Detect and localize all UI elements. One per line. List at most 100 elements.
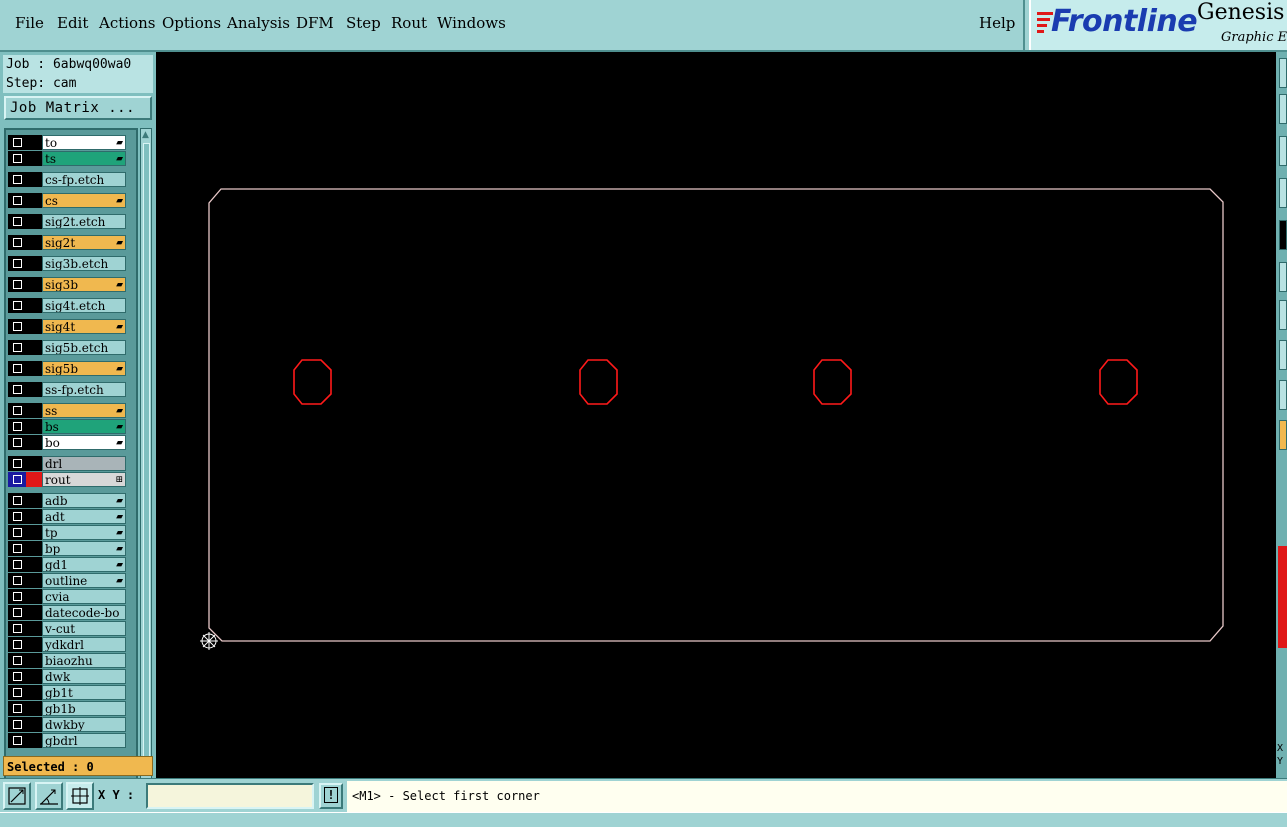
layer-checkbox[interactable] xyxy=(8,235,26,250)
layer-color-swatch[interactable] xyxy=(26,605,42,620)
layer-color-swatch[interactable] xyxy=(26,669,42,684)
xy-input[interactable] xyxy=(146,783,314,809)
layer-color-swatch[interactable] xyxy=(26,637,42,652)
layer-row-v-cut[interactable]: v-cut xyxy=(8,621,128,636)
layer-checkbox[interactable] xyxy=(8,214,26,229)
layer-name[interactable]: adb ▰ xyxy=(42,493,126,508)
layer-row-outline[interactable]: outline ▰ xyxy=(8,573,128,588)
layer-row-drl[interactable]: drl xyxy=(8,456,128,471)
layer-checkbox[interactable] xyxy=(8,653,26,668)
layer-name[interactable]: adt ▰ xyxy=(42,509,126,524)
layer-name[interactable]: gb1t xyxy=(42,685,126,700)
layer-checkbox[interactable] xyxy=(8,135,26,150)
layer-color-swatch[interactable] xyxy=(26,193,42,208)
layer-row-cs-fp.etch[interactable]: cs-fp.etch xyxy=(8,172,128,187)
layer-name[interactable]: outline ▰ xyxy=(42,573,126,588)
layer-name[interactable]: dwk xyxy=(42,669,126,684)
layer-name[interactable]: ydkdrl xyxy=(42,637,126,652)
layer-checkbox[interactable] xyxy=(8,435,26,450)
menu-edit[interactable]: Edit xyxy=(57,14,88,32)
layer-color-swatch[interactable] xyxy=(26,541,42,556)
snap-button[interactable] xyxy=(35,782,63,810)
layer-name[interactable]: datecode-bo xyxy=(42,605,126,620)
layer-row-bp[interactable]: bp ▰ xyxy=(8,541,128,556)
layer-row-ts[interactable]: ts ▰ xyxy=(8,151,128,166)
layer-name[interactable]: ss-fp.etch xyxy=(42,382,126,397)
layer-row-dwkby[interactable]: dwkby xyxy=(8,717,128,732)
layer-color-swatch[interactable] xyxy=(26,621,42,636)
layer-row-to[interactable]: to ▰ xyxy=(8,135,128,150)
layer-row-sig3b[interactable]: sig3b ▰ xyxy=(8,277,128,292)
graphic-canvas[interactable] xyxy=(156,52,1276,778)
layer-checkbox[interactable] xyxy=(8,361,26,376)
layer-name[interactable]: v-cut xyxy=(42,621,126,636)
layer-checkbox[interactable] xyxy=(8,733,26,748)
layer-name[interactable]: ts ▰ xyxy=(42,151,126,166)
layer-checkbox[interactable] xyxy=(8,256,26,271)
layer-row-tp[interactable]: tp ▰ xyxy=(8,525,128,540)
layer-row-cvia[interactable]: cvia xyxy=(8,589,128,604)
right-tool-button[interactable] xyxy=(1279,340,1287,370)
layer-checkbox[interactable] xyxy=(8,472,26,487)
layer-color-swatch[interactable] xyxy=(26,685,42,700)
layer-row-sig4t.etch[interactable]: sig4t.etch xyxy=(8,298,128,313)
layer-color-swatch[interactable] xyxy=(26,135,42,150)
layer-name[interactable]: to ▰ xyxy=(42,135,126,150)
layer-row-biaozhu[interactable]: biaozhu xyxy=(8,653,128,668)
layer-row-gd1[interactable]: gd1 ▰ xyxy=(8,557,128,572)
layer-checkbox[interactable] xyxy=(8,717,26,732)
layer-row-gb1t[interactable]: gb1t xyxy=(8,685,128,700)
layer-row-bs[interactable]: bs ▰ xyxy=(8,419,128,434)
layer-row-gbdrl[interactable]: gbdrl xyxy=(8,733,128,748)
layer-row-ss-fp.etch[interactable]: ss-fp.etch xyxy=(8,382,128,397)
right-tool-button[interactable] xyxy=(1279,94,1287,124)
layer-name[interactable]: sig2t ▰ xyxy=(42,235,126,250)
layer-color-swatch[interactable] xyxy=(26,340,42,355)
layer-row-adt[interactable]: adt ▰ xyxy=(8,509,128,524)
layer-row-sig2t.etch[interactable]: sig2t.etch xyxy=(8,214,128,229)
layer-row-dwk[interactable]: dwk xyxy=(8,669,128,684)
layer-checkbox[interactable] xyxy=(8,456,26,471)
menu-options[interactable]: Options xyxy=(162,14,221,32)
layer-name[interactable]: gb1b xyxy=(42,701,126,716)
layer-color-swatch[interactable] xyxy=(26,298,42,313)
layer-color-swatch[interactable] xyxy=(26,419,42,434)
layer-checkbox[interactable] xyxy=(8,403,26,418)
layer-checkbox[interactable] xyxy=(8,193,26,208)
layer-row-gb1b[interactable]: gb1b xyxy=(8,701,128,716)
layer-name[interactable]: drl xyxy=(42,456,126,471)
layer-name[interactable]: sig3b ▰ xyxy=(42,277,126,292)
command-button[interactable]: ! xyxy=(319,783,343,809)
layer-color-swatch[interactable] xyxy=(26,361,42,376)
layer-color-swatch[interactable] xyxy=(26,472,42,487)
right-tool-button[interactable] xyxy=(1279,380,1287,410)
layer-checkbox[interactable] xyxy=(8,493,26,508)
layer-name[interactable]: cvia xyxy=(42,589,126,604)
layer-row-sig4t[interactable]: sig4t ▰ xyxy=(8,319,128,334)
layer-checkbox[interactable] xyxy=(8,382,26,397)
layer-checkbox[interactable] xyxy=(8,509,26,524)
scroll-thumb[interactable] xyxy=(143,143,150,773)
layer-color-swatch[interactable] xyxy=(26,525,42,540)
layer-color-swatch[interactable] xyxy=(26,151,42,166)
layer-color-swatch[interactable] xyxy=(26,456,42,471)
layer-checkbox[interactable] xyxy=(8,557,26,572)
layer-name[interactable]: bp ▰ xyxy=(42,541,126,556)
menu-step[interactable]: Step xyxy=(346,14,381,32)
layer-row-sig5b[interactable]: sig5b ▰ xyxy=(8,361,128,376)
layer-name[interactable]: gd1 ▰ xyxy=(42,557,126,572)
right-tool-button[interactable] xyxy=(1279,220,1287,250)
layer-checkbox[interactable] xyxy=(8,298,26,313)
zoom-window-button[interactable] xyxy=(3,782,31,810)
layer-name[interactable]: ss ▰ xyxy=(42,403,126,418)
layer-color-swatch[interactable] xyxy=(26,172,42,187)
layer-checkbox[interactable] xyxy=(8,340,26,355)
layer-row-ss[interactable]: ss ▰ xyxy=(8,403,128,418)
layer-checkbox[interactable] xyxy=(8,541,26,556)
layer-name[interactable]: sig3b.etch xyxy=(42,256,126,271)
layer-color-swatch[interactable] xyxy=(26,235,42,250)
menu-file[interactable]: File xyxy=(15,14,44,32)
scroll-up-icon[interactable]: ▲ xyxy=(142,130,151,140)
layer-name[interactable]: cs ▰ xyxy=(42,193,126,208)
layer-row-sig5b.etch[interactable]: sig5b.etch xyxy=(8,340,128,355)
